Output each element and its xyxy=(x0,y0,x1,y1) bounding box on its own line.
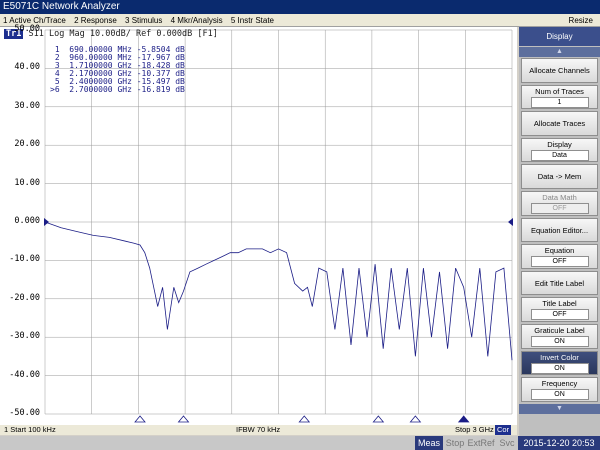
menu-stimulus[interactable]: 3 Stimulus xyxy=(122,14,165,27)
y-tick-label: -20.00 xyxy=(9,292,40,303)
stop-indicator: Stop xyxy=(445,438,465,448)
y-tick-label: 0.000 xyxy=(14,216,40,226)
cor-indicator: Cor xyxy=(495,425,512,435)
marker-frequency: 2.7000000 GHz xyxy=(59,85,132,94)
marker-stimulus-icon xyxy=(372,415,385,423)
softkey-scroll-up-icon[interactable]: ▲ xyxy=(519,47,600,57)
resize-button[interactable]: Resize xyxy=(566,14,596,27)
menu-instr-state[interactable]: 5 Instr State xyxy=(228,14,277,27)
softkey-graticule-label[interactable]: Graticule Label ON xyxy=(521,324,598,349)
softkey-label: Frequency xyxy=(541,379,578,389)
menu-response[interactable]: 2 Response xyxy=(71,14,120,27)
softkey-label: Display xyxy=(547,139,572,149)
softkey-label: Title Label xyxy=(542,299,577,309)
softkey-label: Equation Editor... xyxy=(530,225,589,235)
start-frequency: 1 Start 100 kHz xyxy=(4,425,56,434)
softkey-label: Allocate Channels xyxy=(529,66,590,75)
softkey-data-mem[interactable]: Data -> Mem xyxy=(521,164,598,189)
meas-indicator: Meas xyxy=(415,436,443,450)
softkey-title-label[interactable]: Title Label OFF xyxy=(521,297,598,322)
marker-stimulus-icon xyxy=(457,415,470,423)
marker-id: >6 xyxy=(50,85,60,94)
datetime: 2015-12-20 20:53 xyxy=(518,436,600,450)
softkey-equation-editor[interactable]: Equation Editor... xyxy=(521,217,598,243)
softkey-panel: Display ▲ Allocate Channels Num of Traces… xyxy=(519,27,600,436)
reference-level-icon xyxy=(508,218,513,226)
softkey-value: ON xyxy=(530,362,589,374)
marker-stimulus-icon xyxy=(134,415,146,423)
softkey-edit-title-label[interactable]: Edit Title Label xyxy=(521,270,598,296)
stop-frequency: Stop 3 GHz xyxy=(455,425,494,434)
softkey-scroll-down-icon[interactable]: ▼ xyxy=(519,404,600,414)
y-tick-label: -10.00 xyxy=(9,254,40,265)
softkey-label: Edit Title Label xyxy=(534,278,585,288)
softkey-value: OFF xyxy=(530,203,589,214)
menu-bar: 1 Active Ch/Trace 2 Response 3 Stimulus … xyxy=(0,14,600,27)
y-tick-label: 50.00 xyxy=(14,24,40,34)
softkey-frequency[interactable]: Frequency ON xyxy=(521,377,598,402)
marker-stimulus-icon xyxy=(298,415,311,423)
softkey-label: Invert Color xyxy=(540,352,579,362)
marker-stimulus-icon xyxy=(409,415,422,423)
marker-stimulus-icon xyxy=(177,415,190,423)
softkey-allocate-traces[interactable]: Allocate Traces xyxy=(521,111,598,136)
softkey-label: Data Math xyxy=(542,193,577,202)
extref-indicator: ExtRef xyxy=(467,438,495,448)
softkey-value: Data xyxy=(530,149,589,161)
softkey-value: ON xyxy=(530,336,589,347)
softkey-label: Data -> Mem xyxy=(537,172,582,182)
reference-level-icon xyxy=(44,218,49,226)
marker-value: -16.819 dB xyxy=(131,85,185,94)
trace-title-text: S11 Log Mag 10.00dB/ Ref 0.000dB [F1] xyxy=(28,29,218,39)
y-tick-label: 30.00 xyxy=(14,100,40,111)
y-tick-label: 10.00 xyxy=(14,177,40,188)
softkey-allocate-channels[interactable]: Allocate Channels xyxy=(521,58,598,83)
bottom-status-bar: Meas Stop ExtRef Svc 2015-12-20 20:53 xyxy=(0,436,600,450)
svc-indicator: Svc xyxy=(499,438,515,448)
softkey-equation[interactable]: Equation OFF xyxy=(521,244,598,269)
marker-list: 1 690.00000 MHz -5.8504 dB 2 960.00000 M… xyxy=(50,46,185,94)
measurement-screen[interactable]: Tr1 S11 Log Mag 10.00dB/ Ref 0.000dB [F1… xyxy=(0,24,517,425)
window-title: E5071C Network Analyzer xyxy=(0,0,600,14)
y-tick-label: 40.00 xyxy=(14,62,40,73)
softkey-menu-title: Display xyxy=(519,27,600,46)
y-tick-label: -50.00 xyxy=(9,408,40,418)
y-tick-label: -40.00 xyxy=(9,369,40,380)
softkey-value: ON xyxy=(530,389,589,401)
softkey-num-of-traces[interactable]: Num of Traces 1 xyxy=(521,84,598,110)
softkey-value: OFF xyxy=(530,256,589,268)
softkey-label: Num of Traces xyxy=(535,86,584,96)
y-tick-label: 20.00 xyxy=(14,139,40,150)
softkey-label: Allocate Traces xyxy=(533,119,586,129)
y-tick-label: -30.00 xyxy=(9,331,40,342)
menu-mkr-analysis[interactable]: 4 Mkr/Analysis xyxy=(168,14,226,27)
softkey-label: Graticule Label xyxy=(534,326,585,335)
status-bar: 1 Start 100 kHz IFBW 70 kHz Stop 3 GHz C… xyxy=(0,425,517,435)
softkey-data-math[interactable]: Data Math OFF xyxy=(521,191,598,216)
softkey-value: 1 xyxy=(530,96,589,108)
softkey-value: OFF xyxy=(530,309,589,321)
softkey-invert-color[interactable]: Invert Color ON xyxy=(521,350,598,376)
marker-row: >6 2.7000000 GHz -16.819 dB xyxy=(50,86,185,94)
softkey-display[interactable]: Display Data xyxy=(521,137,598,163)
ifbw-value: IFBW 70 kHz xyxy=(236,425,281,434)
softkey-label: Equation xyxy=(544,246,575,256)
